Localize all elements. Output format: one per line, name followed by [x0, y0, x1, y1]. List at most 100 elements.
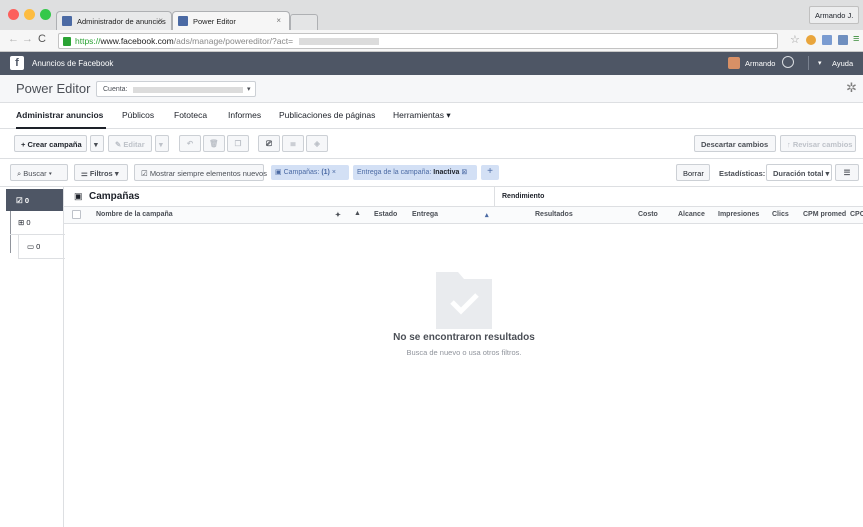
review-changes-button[interactable]: ↑ Revisar cambios	[780, 135, 856, 152]
column-clicks[interactable]: Clics	[772, 211, 789, 218]
caret-down-icon[interactable]: ▾	[818, 59, 822, 67]
table-title-row: ▣ Campañas	[64, 187, 495, 207]
url-input[interactable]: https://www.facebook.com/ads/manage/powe…	[58, 33, 778, 49]
empty-state-icon	[424, 267, 504, 337]
search-button[interactable]: ⌕ Buscar ▾	[10, 164, 68, 181]
notes-icon[interactable]: ≣	[282, 135, 304, 152]
empty-state-title: No se encontraron resultados	[393, 332, 535, 343]
caret-down-icon: ▾	[247, 86, 251, 93]
show-new-items-toggle[interactable]: ☑ Mostrar siempre elementos nuevos	[134, 164, 267, 181]
tag-icon[interactable]: ◈	[306, 135, 328, 152]
facebook-favicon-icon	[62, 16, 72, 26]
performance-group-header: Rendimiento	[495, 187, 863, 207]
campaigns-table: ▣ Campañas Rendimiento Nombre de la camp…	[64, 187, 863, 527]
browser-tab-power-editor[interactable]: Power Editor ×	[172, 11, 290, 30]
add-filter-button[interactable]: +	[481, 165, 499, 180]
redacted-account-name	[133, 87, 243, 93]
extension-icon[interactable]	[838, 35, 848, 45]
filter-chip-campaigns[interactable]: ▣ Campañas: (1) ×	[271, 165, 349, 180]
sort-asc-icon[interactable]: ▴	[485, 211, 489, 219]
new-tab-button[interactable]	[290, 14, 318, 30]
browser-tab-bar: Administrador de anuncios × Power Editor…	[0, 0, 863, 30]
clear-filters-button[interactable]: Borrar	[676, 164, 710, 181]
statistics-label: Estadísticas:	[719, 169, 766, 178]
extension-icon[interactable]	[806, 35, 816, 45]
lock-icon	[63, 37, 71, 46]
column-reach[interactable]: Alcance	[678, 211, 705, 218]
filter-icon: ⚌	[81, 169, 90, 178]
address-bar-row: ← → C https://www.facebook.com/ads/manag…	[0, 30, 863, 52]
gear-icon[interactable]: ✲	[846, 80, 857, 96]
edit-dropdown-button[interactable]: ▾	[155, 135, 169, 152]
delete-icon[interactable]: 🗑	[203, 135, 225, 152]
fb-user-name[interactable]: Armando	[745, 59, 775, 68]
create-dropdown-button[interactable]: ▾	[90, 135, 104, 152]
redacted-account-id	[299, 38, 380, 46]
close-tab-icon[interactable]: ×	[158, 16, 163, 25]
help-link[interactable]: Ayuda	[832, 59, 853, 68]
column-cost[interactable]: Costo	[638, 211, 658, 218]
tree-node-campaigns[interactable]: ☑ 0	[6, 189, 63, 211]
edit-button[interactable]: ✎ Editar	[108, 135, 152, 152]
close-tab-icon[interactable]: ×	[276, 16, 281, 25]
close-window-dot[interactable]	[8, 9, 19, 20]
page-title: Power Editor	[16, 81, 91, 96]
tab-tools[interactable]: Herramientas ▾	[393, 110, 451, 121]
profile-button[interactable]: Armando J.	[809, 6, 859, 24]
create-campaign-button[interactable]: + Crear campaña	[14, 135, 87, 152]
chip-close-icon[interactable]: ×	[332, 169, 336, 176]
extension-icon[interactable]	[822, 35, 832, 45]
select-all-checkbox[interactable]	[72, 210, 81, 219]
tab-reports[interactable]: Informes	[228, 110, 261, 120]
tab-image-library[interactable]: Fototeca	[174, 110, 207, 120]
column-delivery[interactable]: Entrega	[412, 211, 438, 218]
globe-icon[interactable]	[782, 56, 794, 68]
checkbox-checked-icon: ☑	[141, 169, 150, 178]
facebook-top-bar: f Anuncios de Facebook Armando ▾ Ayuda	[0, 52, 863, 75]
account-selector[interactable]: Cuenta: ▾	[96, 81, 256, 97]
facebook-favicon-icon	[178, 16, 188, 26]
chip-close-icon[interactable]: ⊠	[461, 169, 467, 176]
tree-node-ads[interactable]: ▭ 0	[18, 235, 65, 259]
filter-bar: ⌕ Buscar ▾ ⚌ Filtros ▾ ☑ Mostrar siempre…	[0, 159, 863, 187]
reload-icon[interactable]: C	[38, 33, 46, 45]
tab-page-posts[interactable]: Publicaciones de páginas	[279, 110, 375, 120]
undo-icon[interactable]: ↶	[179, 135, 201, 152]
minimize-window-dot[interactable]	[24, 9, 35, 20]
tab-audiences[interactable]: Públicos	[122, 110, 154, 120]
statistics-range-select[interactable]: Duración total ▾	[766, 164, 832, 181]
pin-icon[interactable]: ✦	[335, 211, 341, 219]
tree-node-adsets[interactable]: ⊞ 0	[10, 211, 65, 235]
back-arrow-icon[interactable]: ←	[8, 33, 19, 45]
column-results[interactable]: Resultados	[535, 211, 573, 218]
column-campaign-name[interactable]: Nombre de la campaña	[96, 211, 173, 218]
toolbar: + Crear campaña ▾ ✎ Editar ▾ ↶ 🗑 ❐ ⎚ ≣ ◈…	[0, 129, 863, 159]
power-editor-header: Power Editor Cuenta: ▾ ✲	[0, 75, 863, 103]
discard-changes-button[interactable]: Descartar cambios	[694, 135, 776, 152]
fb-bar-title[interactable]: Anuncios de Facebook	[32, 59, 113, 68]
maximize-window-dot[interactable]	[40, 9, 51, 20]
forward-arrow-icon[interactable]: →	[22, 33, 33, 45]
tab-manage-ads[interactable]: Administrar anuncios	[16, 110, 103, 120]
menu-icon[interactable]: ≡	[853, 33, 859, 45]
warning-icon[interactable]: ▲	[354, 210, 361, 217]
duplicate-icon[interactable]: ❐	[227, 135, 249, 152]
campaign-icon: ☑	[16, 196, 25, 205]
hierarchy-tree: ☑ 0 ⊞ 0 ▭ 0	[0, 187, 65, 527]
filter-chip-delivery[interactable]: Entrega de la campaña: Inactiva ⊠	[353, 165, 477, 180]
browser-tab-ads-manager[interactable]: Administrador de anuncios ×	[56, 11, 172, 30]
column-status[interactable]: Estado	[374, 211, 397, 218]
preview-icon[interactable]: ⎚	[258, 135, 280, 152]
avatar[interactable]	[728, 57, 740, 69]
column-impressions[interactable]: Impresiones	[718, 211, 759, 218]
column-cpc[interactable]: CPC	[850, 211, 863, 218]
columns-icon[interactable]: ☰	[835, 164, 859, 181]
empty-state-subtitle: Busca de nuevo o usa otros filtros.	[406, 348, 522, 357]
facebook-logo-icon[interactable]: f	[10, 56, 24, 70]
divider	[808, 56, 809, 70]
folder-icon: ▣	[275, 169, 284, 176]
table-title: Campañas	[89, 191, 140, 202]
column-cpm[interactable]: CPM promed	[803, 211, 846, 218]
filters-button[interactable]: ⚌ Filtros ▾	[74, 164, 128, 181]
star-icon[interactable]: ☆	[790, 33, 800, 46]
